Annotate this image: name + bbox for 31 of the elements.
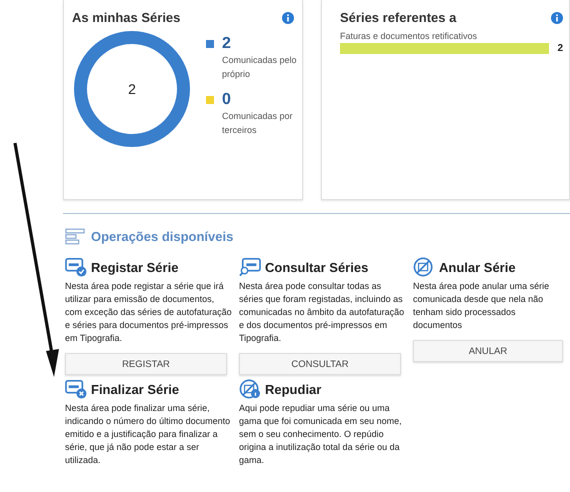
action-button[interactable]: ANULAR [413,340,563,362]
operation-title: Anular Série [439,260,516,274]
action-button[interactable]: REGISTAR [65,353,227,375]
operation-description: Nesta área pode finalizar uma série, indicando o número do último documento emitido e a justificação para finalizar a série, que já não pode estar a ser utilizada. [65,402,232,467]
action-button[interactable]: CONSULTAR [239,353,401,375]
list-icon [65,228,85,245]
operation-description: Nesta área pode anular uma série comunicada desde que nela não tenham sido processados documentos [413,280,550,332]
operation-description: Nesta área pode registar a série que irá utilizar para emissão de documentos, com exceção das séries de autofaturação e séries para documentos pré-impressos em Tipografia. [65,280,233,345]
prohibited-document-icon [413,257,435,277]
legend-value: 2 [222,35,231,53]
card-title: As minhas Séries [72,10,180,25]
operation-title: Consultar Séries [265,260,368,274]
operation-description: Nesta área pode consultar todas as séries que foram registadas, incluindo as comunicadas no âmbito da autofaturação e dos documentos pré-impressos em Tipografia. [239,280,406,345]
card-title: Séries referentes a [340,10,456,25]
prohibited-document-info-icon [239,379,261,399]
operation-description: Aqui pode repudiar uma série ou uma gama que foi comunicada em seu nome, sem o seu conhecimento. O repúdio origina a inutilização total da série ou da gama. [239,402,403,467]
legend-label: Comunicadas por terceiros [222,110,294,137]
info-icon[interactable] [282,12,294,24]
bar-label: Faturas e documentos retificativos [340,31,478,41]
legend-label: Comunicadas pelo próprio [222,54,298,81]
section-title: Operações disponíveis [91,229,234,244]
total-value: 2 [128,81,136,97]
document-search-icon [239,257,261,277]
operation-title: Registar Série [91,260,178,274]
operation-title: Finalizar Série [91,382,180,396]
legend-value: 0 [222,91,231,109]
bar-value: 2 [557,43,563,54]
document-check-icon [65,257,87,277]
operation-title: Repudiar [265,382,322,396]
document-x-icon [65,379,87,399]
info-icon[interactable] [551,12,563,24]
